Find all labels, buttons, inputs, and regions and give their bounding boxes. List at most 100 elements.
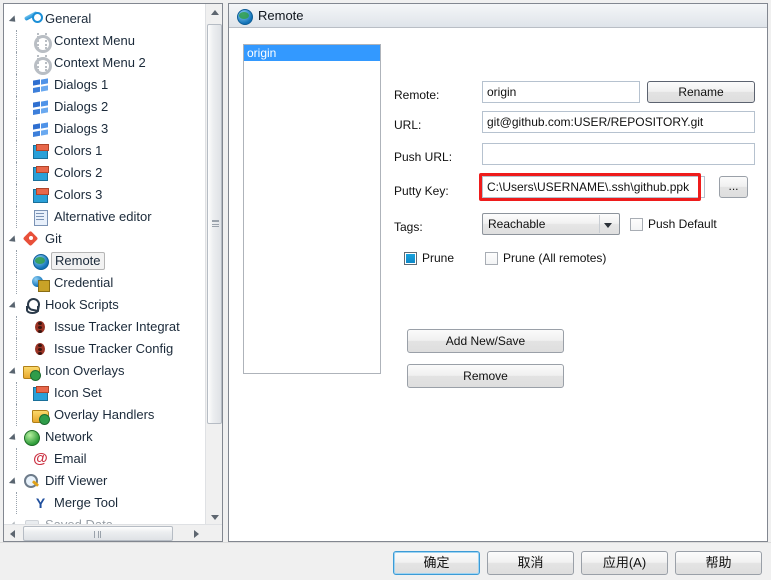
remote-settings-panel: Remote Remote: origin Remote: Rename URL… [228,3,768,542]
sidebar-item-label: Network [45,429,93,444]
sidebar-item-label: Colors 3 [54,187,103,202]
merge-icon: Υ [35,495,46,511]
diff-icon [23,473,40,489]
tree-guide-line [16,492,17,514]
prune-checkbox[interactable]: Prune [404,251,454,265]
scroll-right-arrow-icon[interactable] [188,525,205,541]
list-item[interactable]: origin [244,45,380,61]
sidebar-item-credential[interactable]: Credential [4,272,206,294]
sidebar-item-git[interactable]: Git [4,228,206,250]
rename-button[interactable]: Rename [647,81,755,103]
credential-icon [32,275,50,292]
sidebar-item-remote[interactable]: Remote [4,250,206,272]
scroll-grip-icon [94,531,101,538]
apply-button[interactable]: 应用(A) [581,551,668,575]
sidebar-item-label: Colors 1 [54,143,103,158]
putty-key-input[interactable] [482,176,705,198]
folder-icon [32,407,50,425]
tree-guide-line [16,250,17,272]
sidebar-item-colors-1[interactable]: Colors 1 [4,140,206,162]
tree-guide-line [16,96,17,118]
settings-tree-panel: General Context Menu Context Menu 2 Dialogs… [3,3,223,542]
gear-icon [32,55,52,75]
sidebar-item-label: Remote [51,252,105,270]
expander-triangle-icon[interactable] [9,365,21,377]
push-default-label: Push Default [648,217,717,231]
sidebar-item-label: Dialogs 1 [54,77,109,92]
sidebar-item-context-menu-2[interactable]: Context Menu 2 [4,52,206,75]
sidebar-item-issue-tracker-config[interactable]: Issue Tracker Config [4,338,206,360]
sidebar-item-dialogs-1[interactable]: Dialogs 1 [4,74,206,96]
remote-input[interactable] [482,81,640,103]
tree-guide-line [16,338,17,360]
sidebar-item-label: General [45,11,92,26]
dropdown-separator [599,215,600,233]
sidebar-item-context-menu[interactable]: Context Menu [4,30,206,53]
add-new-save-button[interactable]: Add New/Save [407,329,564,353]
folder-icon [23,363,41,381]
scroll-left-arrow-icon[interactable] [4,525,21,541]
push-url-input[interactable] [482,143,755,165]
sidebar-item-colors-2[interactable]: Colors 2 [4,162,206,184]
sidebar-item-colors-3[interactable]: Colors 3 [4,184,206,206]
sidebar-item-general[interactable]: General [4,8,206,30]
sidebar-item-dialogs-2[interactable]: Dialogs 2 [4,96,206,118]
cancel-button[interactable]: 取消 [487,551,574,575]
remote-field-label: Remote: [394,88,440,102]
sidebar-item-alternative-editor[interactable]: Alternative editor [4,206,206,228]
scroll-up-arrow-icon[interactable] [206,4,222,21]
sidebar-item-icon-overlays[interactable]: Icon Overlays [4,360,206,382]
sidebar-item-dialogs-3[interactable]: Dialogs 3 [4,118,206,140]
sidebar-item-network[interactable]: Network [4,426,206,448]
sidebar-item-label: Context Menu [54,33,135,48]
sidebar-item-label: Git [45,231,62,246]
divider [0,542,771,543]
expander-triangle-icon[interactable] [9,475,21,487]
sidebar-item-issue-tracker-integrat[interactable]: Issue Tracker Integrat [4,316,206,338]
expander-triangle-icon[interactable] [9,233,21,245]
sidebar-item-diff-viewer[interactable]: Diff Viewer [4,470,206,492]
push-default-checkbox[interactable]: Push Default [630,217,717,231]
url-input[interactable] [482,111,755,133]
sidebar-item-icon-set[interactable]: Icon Set [4,382,206,404]
push-url-field-label: Push URL: [394,150,453,164]
sidebar-item-label: Dialogs 3 [54,121,109,136]
tree-vertical-scrollbar[interactable] [205,4,222,526]
browse-putty-key-button[interactable]: ... [719,176,748,198]
expander-triangle-icon[interactable] [9,13,21,25]
sidebar-item-label: Icon Overlays [45,363,125,378]
sidebar-item-merge-tool[interactable]: Υ Merge Tool [4,492,206,514]
remove-button[interactable]: Remove [407,364,564,388]
expander-triangle-icon[interactable] [9,431,21,443]
sidebar-item-label: Hook Scripts [45,297,119,312]
wrench-icon [23,11,43,27]
windows-icon [32,121,49,137]
tree-vertical-scroll-thumb[interactable] [207,24,222,424]
tags-selected-value: Reachable [488,217,546,231]
tree-guide-line [16,162,17,184]
sidebar-item-overlay-handlers[interactable]: Overlay Handlers [4,404,206,426]
sidebar-item-hook-scripts[interactable]: Hook Scripts [4,294,206,316]
prune-all-remotes-checkbox[interactable]: Prune (All remotes) [485,251,606,265]
checkbox-box-icon [630,217,643,231]
settings-tree[interactable]: General Context Menu Context Menu 2 Dialogs… [4,4,206,526]
expander-triangle-icon[interactable] [9,299,21,311]
tree-guide-line [16,30,17,52]
greenball-icon [23,429,40,446]
sidebar-item-label: Colors 2 [54,165,103,180]
panel-header: Remote [229,4,767,28]
tree-horizontal-scrollbar[interactable] [4,524,222,541]
sidebar-item-email[interactable]: @ Email [4,448,206,470]
putty-key-field-label: Putty Key: [394,184,449,198]
help-button[interactable]: 帮助 [675,551,762,575]
tags-select[interactable]: Reachable [482,213,620,235]
sidebar-item-label: Issue Tracker Integrat [54,319,180,334]
ok-button[interactable]: 确定 [393,551,480,575]
settings-tree-list: General Context Menu Context Menu 2 Dialogs… [4,4,206,526]
tree-horizontal-scroll-thumb[interactable] [23,526,173,541]
dialog-button-bar: 确定 取消 应用(A) 帮助 [0,542,771,580]
colors-icon [32,165,49,181]
remote-listbox[interactable]: origin [243,44,381,374]
windows-icon [32,77,49,93]
sidebar-item-label: Overlay Handlers [54,407,155,422]
